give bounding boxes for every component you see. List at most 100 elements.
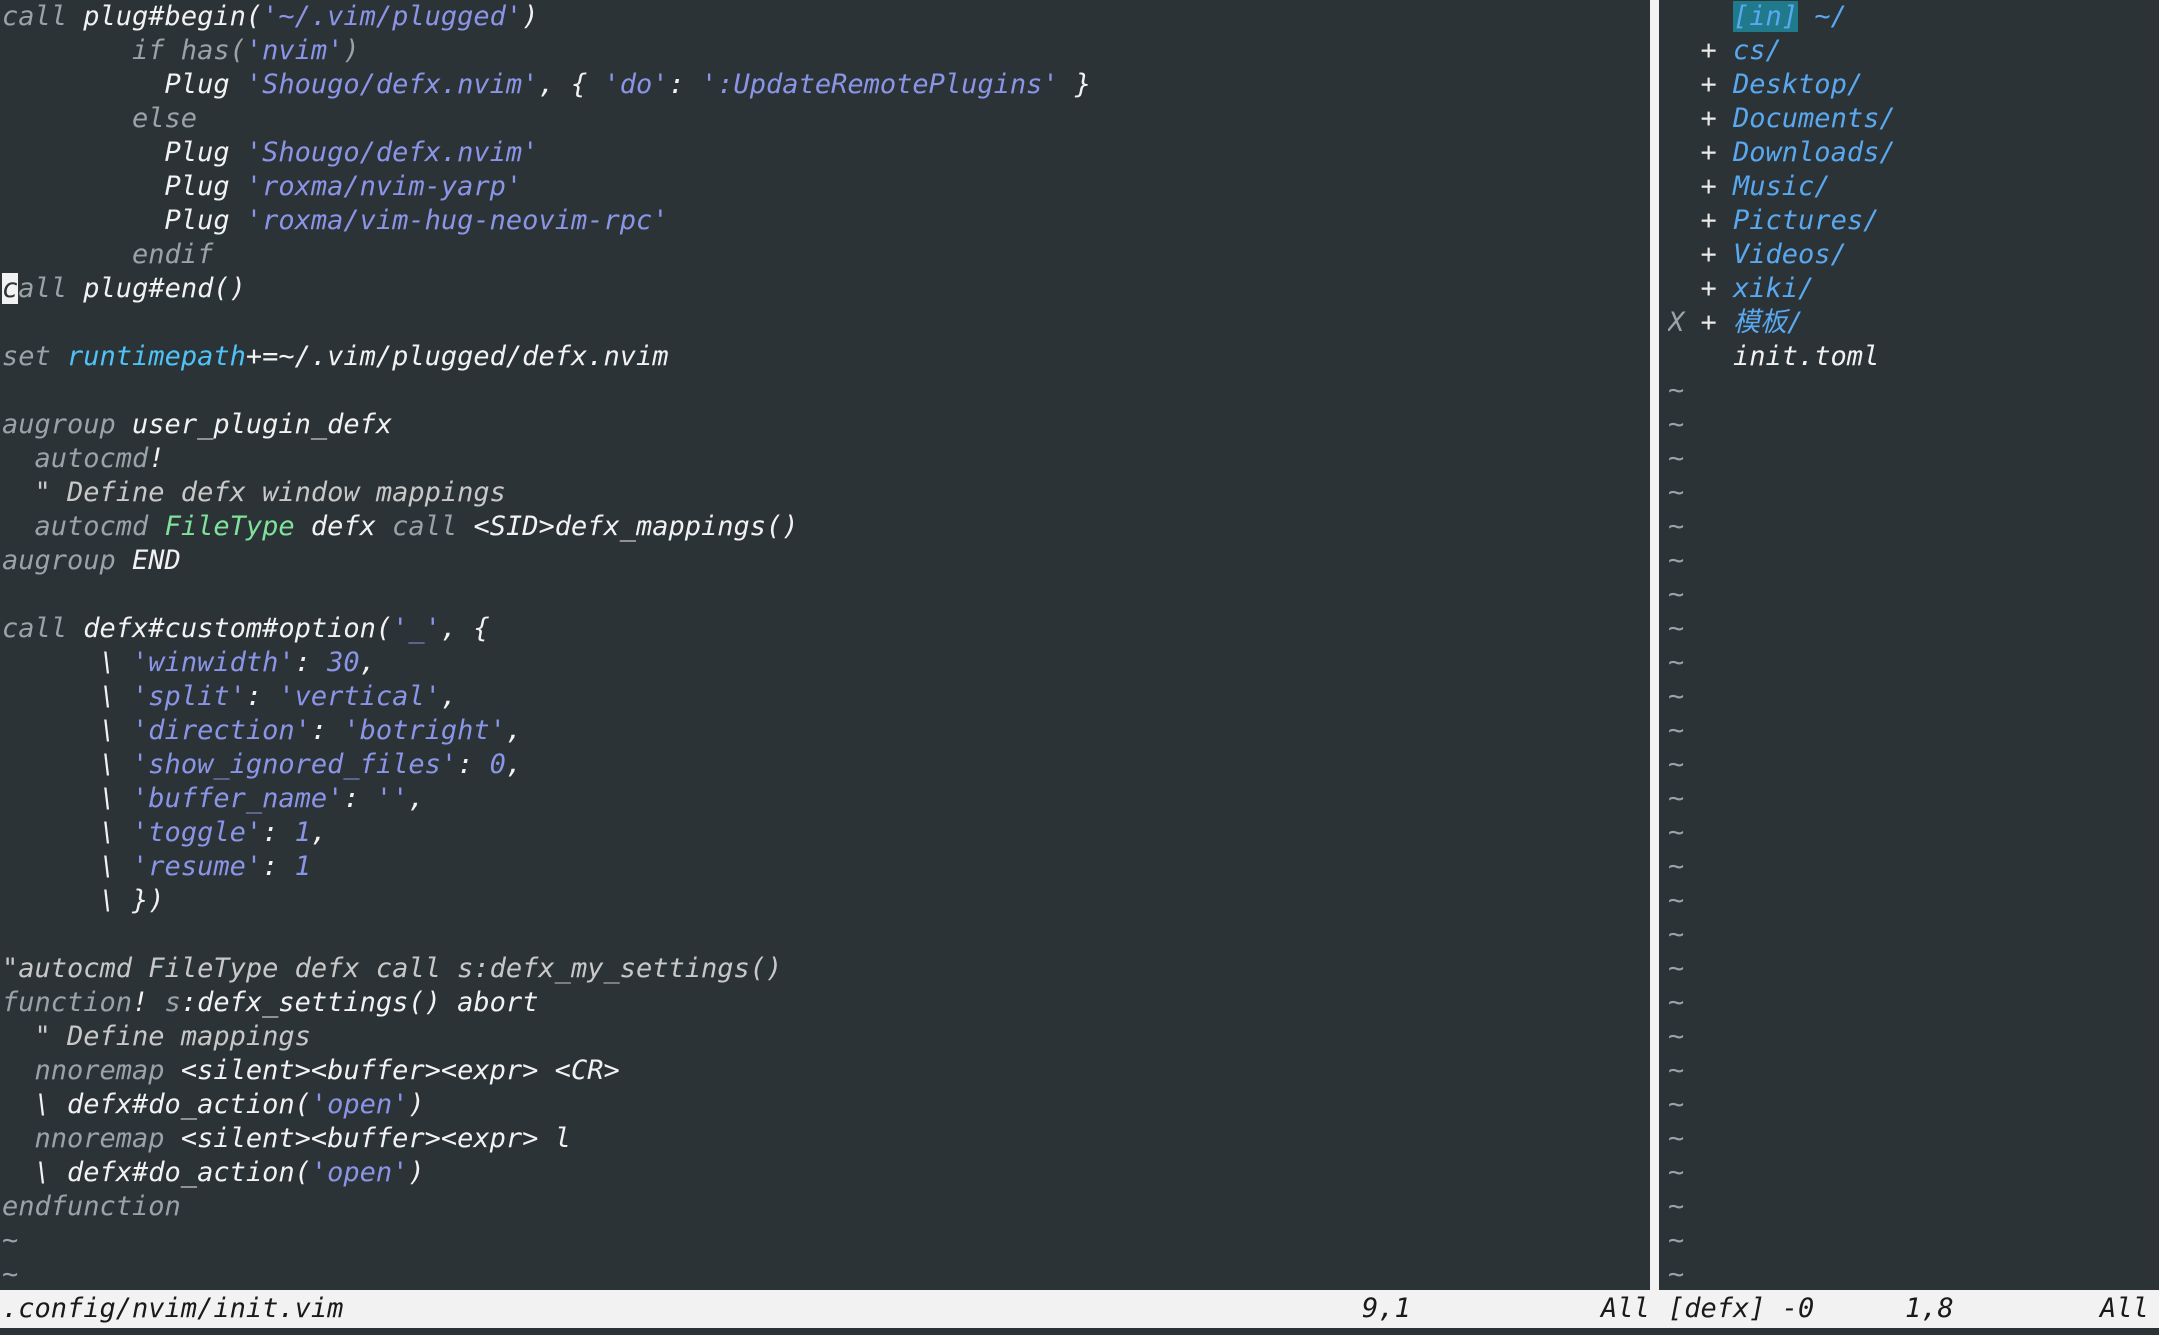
directory-entry[interactable]: Music/	[1733, 171, 1831, 202]
directory-entry[interactable]: Videos/	[1733, 239, 1847, 270]
tree-line[interactable]: ~	[1668, 816, 1684, 850]
code-line[interactable]: \ 'toggle': 1,	[2, 816, 328, 850]
code-line[interactable]: \ 'show_ignored_files': 0,	[2, 748, 523, 782]
tree-line[interactable]: init.toml	[1668, 340, 1879, 374]
code-line[interactable]: \ 'direction': 'botright',	[2, 714, 523, 748]
code-line[interactable]: autocmd FileType defx call <SID>defx_map…	[2, 510, 799, 544]
tree-line[interactable]: + cs/	[1668, 34, 1782, 68]
tree-line[interactable]: ~	[1668, 850, 1684, 884]
code-line[interactable]: "autocmd FileType defx call s:defx_my_se…	[2, 952, 782, 986]
code-line[interactable]: nnoremap <silent><buffer><expr> <CR>	[2, 1054, 620, 1088]
tree-line[interactable]: ~	[1668, 952, 1684, 986]
command-line[interactable]	[0, 1328, 2159, 1335]
code-line[interactable]: Plug 'roxma/nvim-yarp'	[2, 170, 523, 204]
code-line[interactable]: call defx#custom#option('_', {	[2, 612, 490, 646]
code-line[interactable]: \ 'resume': 1	[2, 850, 311, 884]
expand-toggle-icon[interactable]: +	[1668, 69, 1733, 100]
tree-line[interactable]: ~	[1668, 510, 1684, 544]
expand-toggle-icon[interactable]: +	[1668, 137, 1733, 168]
tree-line[interactable]: + Videos/	[1668, 238, 1847, 272]
code-line[interactable]: Plug 'Shougo/defx.nvim'	[2, 136, 539, 170]
expand-toggle-icon[interactable]: +	[1668, 273, 1733, 304]
code-line[interactable]: \ defx#do_action('open')	[2, 1156, 425, 1190]
code-line[interactable]: \ defx#do_action('open')	[2, 1088, 425, 1122]
code-line[interactable]: endfunction	[2, 1190, 181, 1224]
code-line[interactable]: call plug#begin('~/.vim/plugged')	[2, 0, 538, 34]
expand-toggle-icon[interactable]: +	[1668, 239, 1733, 270]
code-line[interactable]: autocmd!	[2, 442, 165, 476]
code-line[interactable]: else	[2, 102, 197, 136]
tree-line[interactable]: ~	[1668, 1258, 1684, 1290]
tree-line[interactable]: + Music/	[1668, 170, 1831, 204]
tree-line[interactable]: ~	[1668, 544, 1684, 578]
tree-line[interactable]: ~	[1668, 1020, 1684, 1054]
code-line[interactable]: augroup user_plugin_defx	[2, 408, 392, 442]
directory-entry[interactable]: Downloads/	[1733, 137, 1896, 168]
tree-line[interactable]: ~	[1668, 1054, 1684, 1088]
tree-line[interactable]: ~	[1668, 374, 1684, 408]
code-line[interactable]: \ 'winwidth': 30,	[2, 646, 376, 680]
tree-line[interactable]: ~	[1668, 612, 1684, 646]
tree-line[interactable]: ~	[1668, 782, 1684, 816]
code-line[interactable]: " Define defx window mappings	[2, 476, 506, 510]
tree-line[interactable]: ~	[1668, 646, 1684, 680]
tree-line[interactable]: ~	[1668, 578, 1684, 612]
tree-line[interactable]: + Downloads/	[1668, 136, 1896, 170]
code-line[interactable]: nnoremap <silent><buffer><expr> l	[2, 1122, 571, 1156]
directory-entry[interactable]: Documents/	[1733, 103, 1896, 134]
vertical-split-divider[interactable]	[1650, 0, 1659, 1290]
expand-toggle-icon[interactable]: +	[1668, 205, 1733, 236]
defx-file-explorer-pane[interactable]: [in] ~/ + cs/ + Desktop/ + Documents/ + …	[1668, 0, 2159, 1290]
code-line[interactable]: call plug#end()	[2, 272, 246, 306]
tree-line[interactable]: ~	[1668, 748, 1684, 782]
editor-pane-init-vim[interactable]: call plug#begin('~/.vim/plugged') if has…	[0, 0, 1648, 1290]
tree-line[interactable]: ~	[1668, 1122, 1684, 1156]
code-line[interactable]: Plug 'Shougo/defx.nvim', { 'do': ':Updat…	[2, 68, 1092, 102]
code-line[interactable]: set runtimepath+=~/.vim/plugged/defx.nvi…	[2, 340, 668, 374]
tree-line[interactable]: ~	[1668, 1190, 1684, 1224]
code-line[interactable]: endif	[2, 238, 213, 272]
code-line[interactable]: ~	[2, 1224, 18, 1258]
code-line[interactable]: \ 'buffer_name': '',	[2, 782, 425, 816]
code-line[interactable]: function! s:defx_settings() abort	[2, 986, 538, 1020]
code-token: set	[2, 341, 68, 372]
code-line[interactable]: " Define mappings	[2, 1020, 311, 1054]
tree-line[interactable]: ~	[1668, 1224, 1684, 1258]
directory-entry[interactable]: Desktop/	[1733, 69, 1863, 100]
tree-line[interactable]: + Pictures/	[1668, 204, 1880, 238]
tree-line[interactable]: ~	[1668, 408, 1684, 442]
code-token: 0	[489, 749, 506, 780]
directory-entry[interactable]: ~/	[1798, 1, 1847, 32]
tree-line[interactable]: ~	[1668, 476, 1684, 510]
tree-line[interactable]: ~	[1668, 442, 1684, 476]
tree-line[interactable]: ~	[1668, 680, 1684, 714]
code-line[interactable]: augroup END	[2, 544, 181, 578]
code-line[interactable]: \ })	[2, 884, 165, 918]
code-token: \	[2, 749, 133, 780]
tree-line[interactable]: [in] ~/	[1668, 0, 1847, 34]
directory-entry[interactable]: xiki/	[1733, 273, 1814, 304]
expand-toggle-icon[interactable]: +	[1668, 35, 1733, 66]
tree-line[interactable]: + Documents/	[1668, 102, 1896, 136]
code-line[interactable]: Plug 'roxma/vim-hug-neovim-rpc'	[2, 204, 669, 238]
expand-toggle-icon[interactable]: +	[1701, 307, 1734, 338]
directory-entry[interactable]: Pictures/	[1733, 205, 1879, 236]
code-line[interactable]: if has('nvim')	[2, 34, 360, 68]
tree-line[interactable]: ~	[1668, 1088, 1684, 1122]
tree-line[interactable]: ~	[1668, 1156, 1684, 1190]
tree-line[interactable]: + xiki/	[1668, 272, 1815, 306]
directory-entry[interactable]: cs/	[1733, 35, 1782, 66]
code-line[interactable]: \ 'split': 'vertical',	[2, 680, 458, 714]
directory-entry[interactable]: 模板/	[1733, 307, 1803, 338]
expand-toggle-icon[interactable]: +	[1668, 171, 1733, 202]
tree-line[interactable]: X + 模板/	[1668, 306, 1803, 340]
tree-line[interactable]: ~	[1668, 986, 1684, 1020]
expand-toggle-icon[interactable]: +	[1668, 103, 1733, 134]
tree-line[interactable]: ~	[1668, 884, 1684, 918]
code-token: )	[408, 1089, 425, 1120]
empty-line-tilde: ~	[1668, 715, 1685, 746]
tree-line[interactable]: ~	[1668, 714, 1684, 748]
tree-line[interactable]: ~	[1668, 918, 1684, 952]
tree-line[interactable]: + Desktop/	[1668, 68, 1864, 102]
code-line[interactable]: ~	[2, 1258, 18, 1290]
